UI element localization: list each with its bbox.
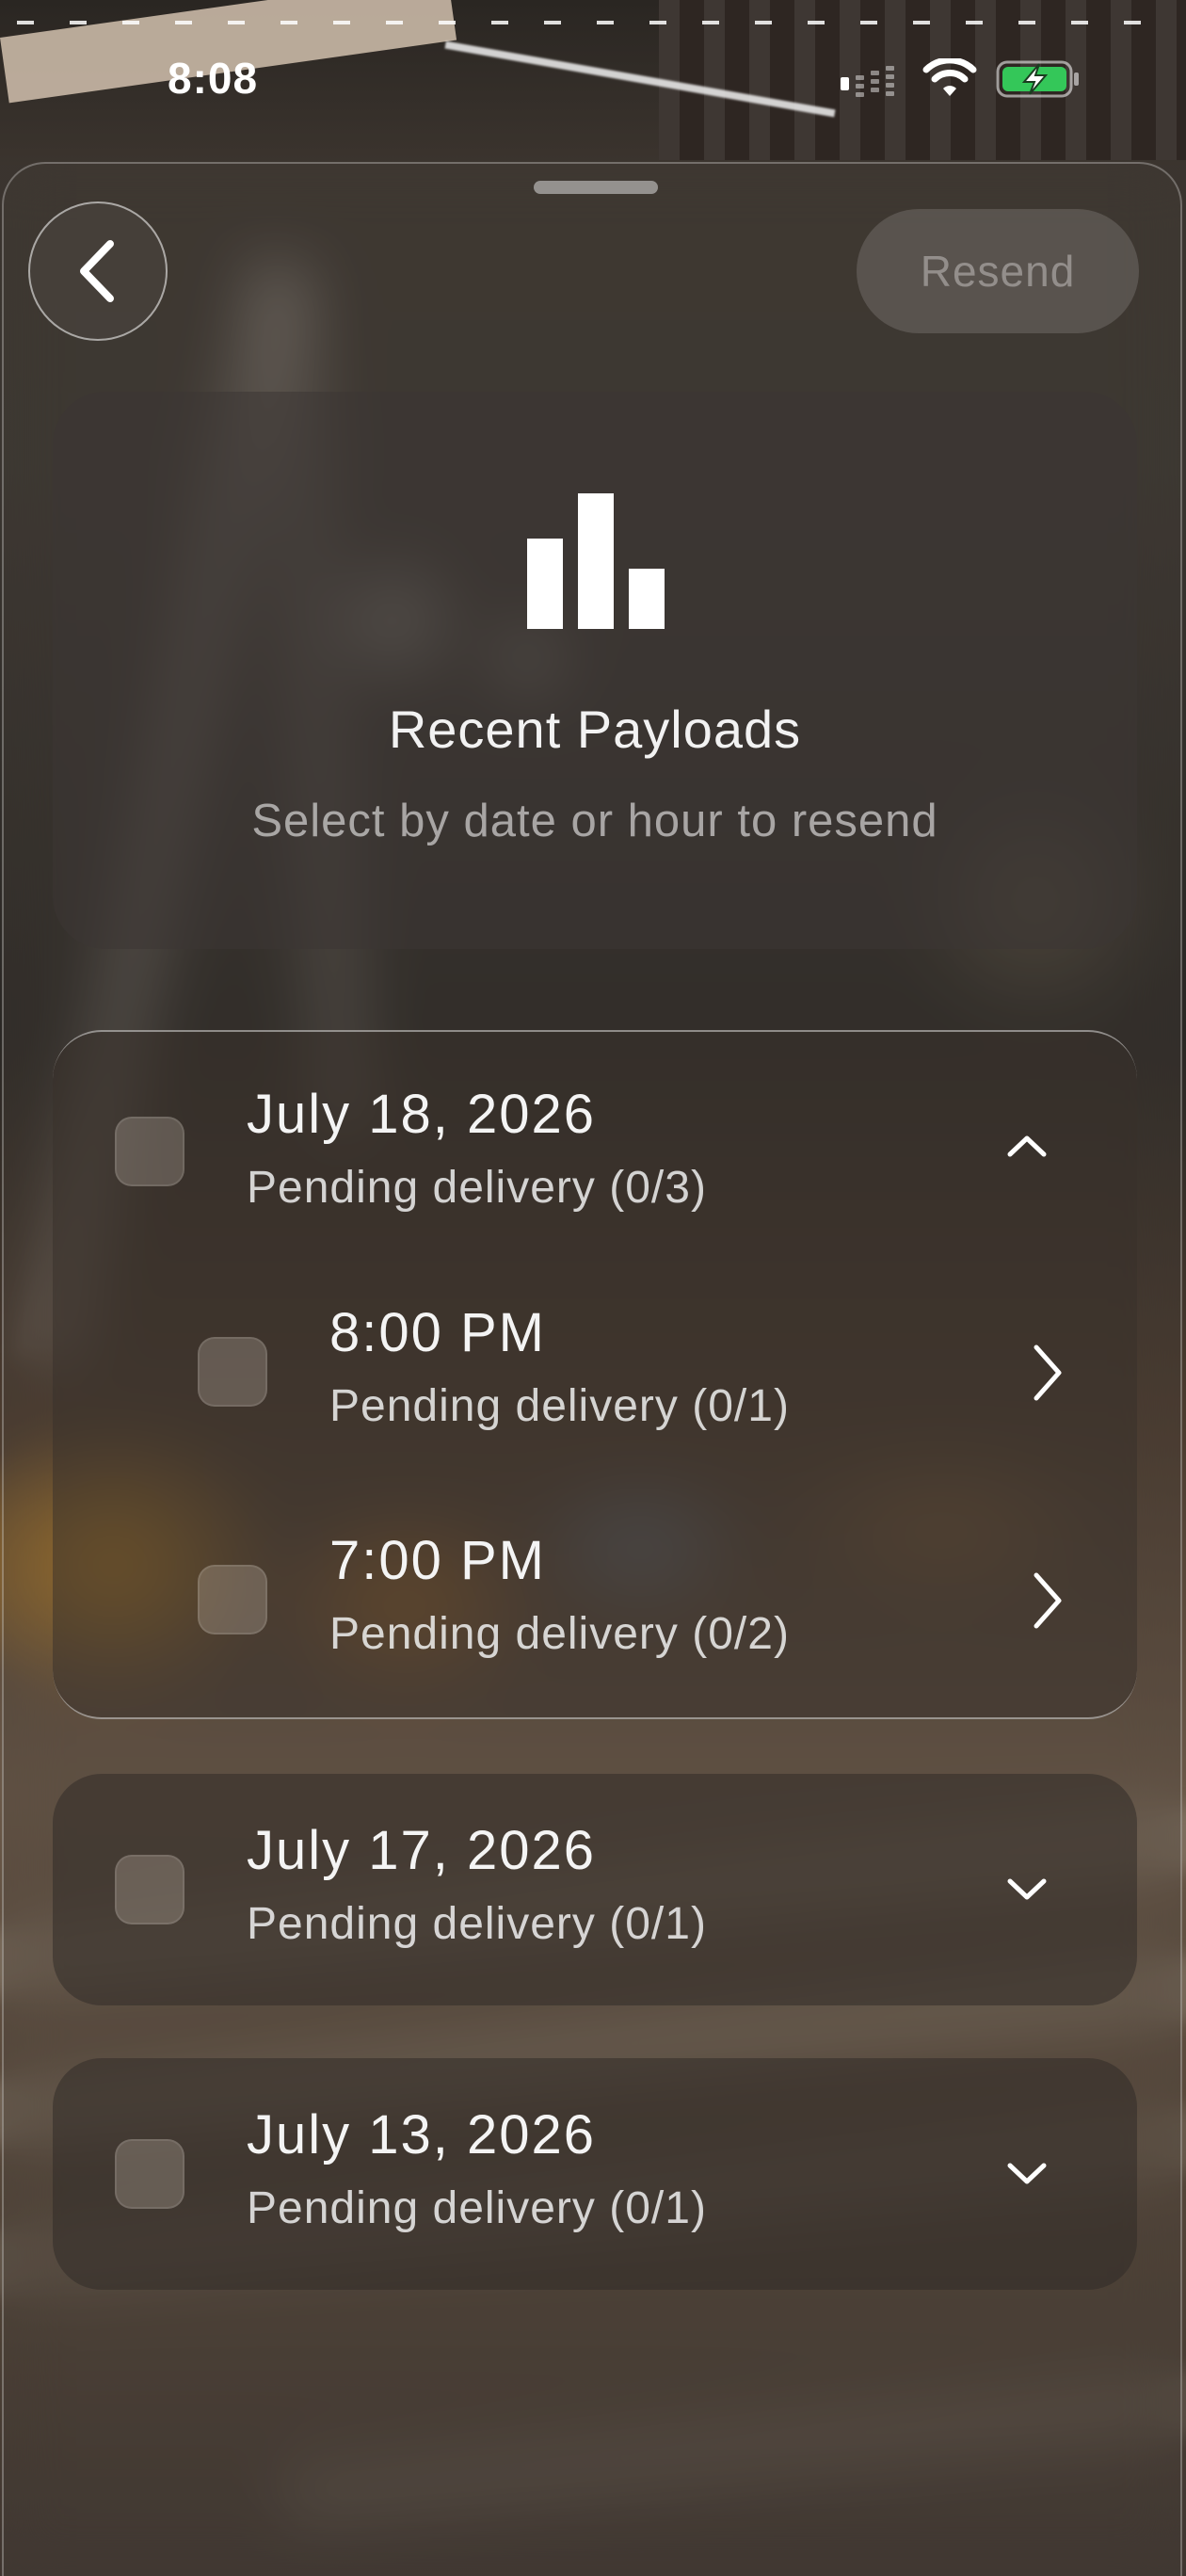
chevron-down-icon[interactable]	[1006, 1877, 1048, 1902]
date-group-july-17[interactable]: July 17, 2026 Pending delivery (0/1)	[53, 1774, 1137, 2005]
date-group-july-18: July 18, 2026 Pending delivery (0/3) 8:0…	[53, 1030, 1137, 1719]
chevron-down-icon[interactable]	[1006, 2162, 1048, 2186]
chevron-right-icon[interactable]	[1032, 1570, 1064, 1631]
status-bar: 8:08	[0, 0, 1186, 160]
chevron-up-icon[interactable]	[1006, 1134, 1048, 1158]
hour-checkbox[interactable]	[198, 1565, 267, 1634]
header-card: Recent Payloads Select by date or hour t…	[53, 392, 1137, 949]
date-label: July 13, 2026	[247, 2104, 597, 2165]
hour-checkbox[interactable]	[198, 1337, 267, 1407]
hour-label: 7:00 PM	[329, 1530, 546, 1591]
battery-charging-icon	[996, 60, 1079, 98]
wifi-icon	[922, 58, 977, 96]
date-status: Pending delivery (0/1)	[247, 1899, 707, 1949]
status-bar-decoration	[17, 21, 1165, 24]
chevron-right-icon[interactable]	[1032, 1343, 1064, 1403]
back-button[interactable]	[28, 201, 168, 341]
date-status: Pending delivery (0/1)	[247, 2183, 707, 2233]
status-time: 8:08	[168, 54, 259, 103]
date-group-july-13[interactable]: July 13, 2026 Pending delivery (0/1)	[53, 2058, 1137, 2290]
signal-icon	[841, 66, 894, 97]
date-label: July 18, 2026	[247, 1084, 597, 1145]
resend-button[interactable]: Resend	[857, 209, 1139, 333]
chevron-left-icon	[80, 240, 114, 302]
date-checkbox[interactable]	[115, 1855, 184, 1924]
page-title: Recent Payloads	[388, 700, 802, 759]
hour-row[interactable]: 7:00 PM Pending delivery (0/2)	[53, 1486, 1137, 1712]
date-checkbox[interactable]	[115, 1117, 184, 1186]
date-checkbox[interactable]	[115, 2139, 184, 2209]
bar-chart-icon	[527, 493, 665, 629]
sheet-grabber[interactable]	[534, 181, 658, 194]
hour-status: Pending delivery (0/1)	[329, 1381, 790, 1431]
date-status: Pending delivery (0/3)	[247, 1163, 707, 1213]
hour-row[interactable]: 8:00 PM Pending delivery (0/1)	[53, 1258, 1137, 1484]
screen: 8:08 Resend Recent Payloads Select by da…	[0, 0, 1186, 2576]
page-subtitle: Select by date or hour to resend	[251, 796, 938, 846]
hour-label: 8:00 PM	[329, 1302, 546, 1363]
date-label: July 17, 2026	[247, 1820, 597, 1881]
date-row[interactable]: July 18, 2026 Pending delivery (0/3)	[53, 1032, 1137, 1248]
hour-status: Pending delivery (0/2)	[329, 1609, 790, 1659]
bottom-sheet: Resend Recent Payloads Select by date or…	[2, 162, 1182, 2576]
